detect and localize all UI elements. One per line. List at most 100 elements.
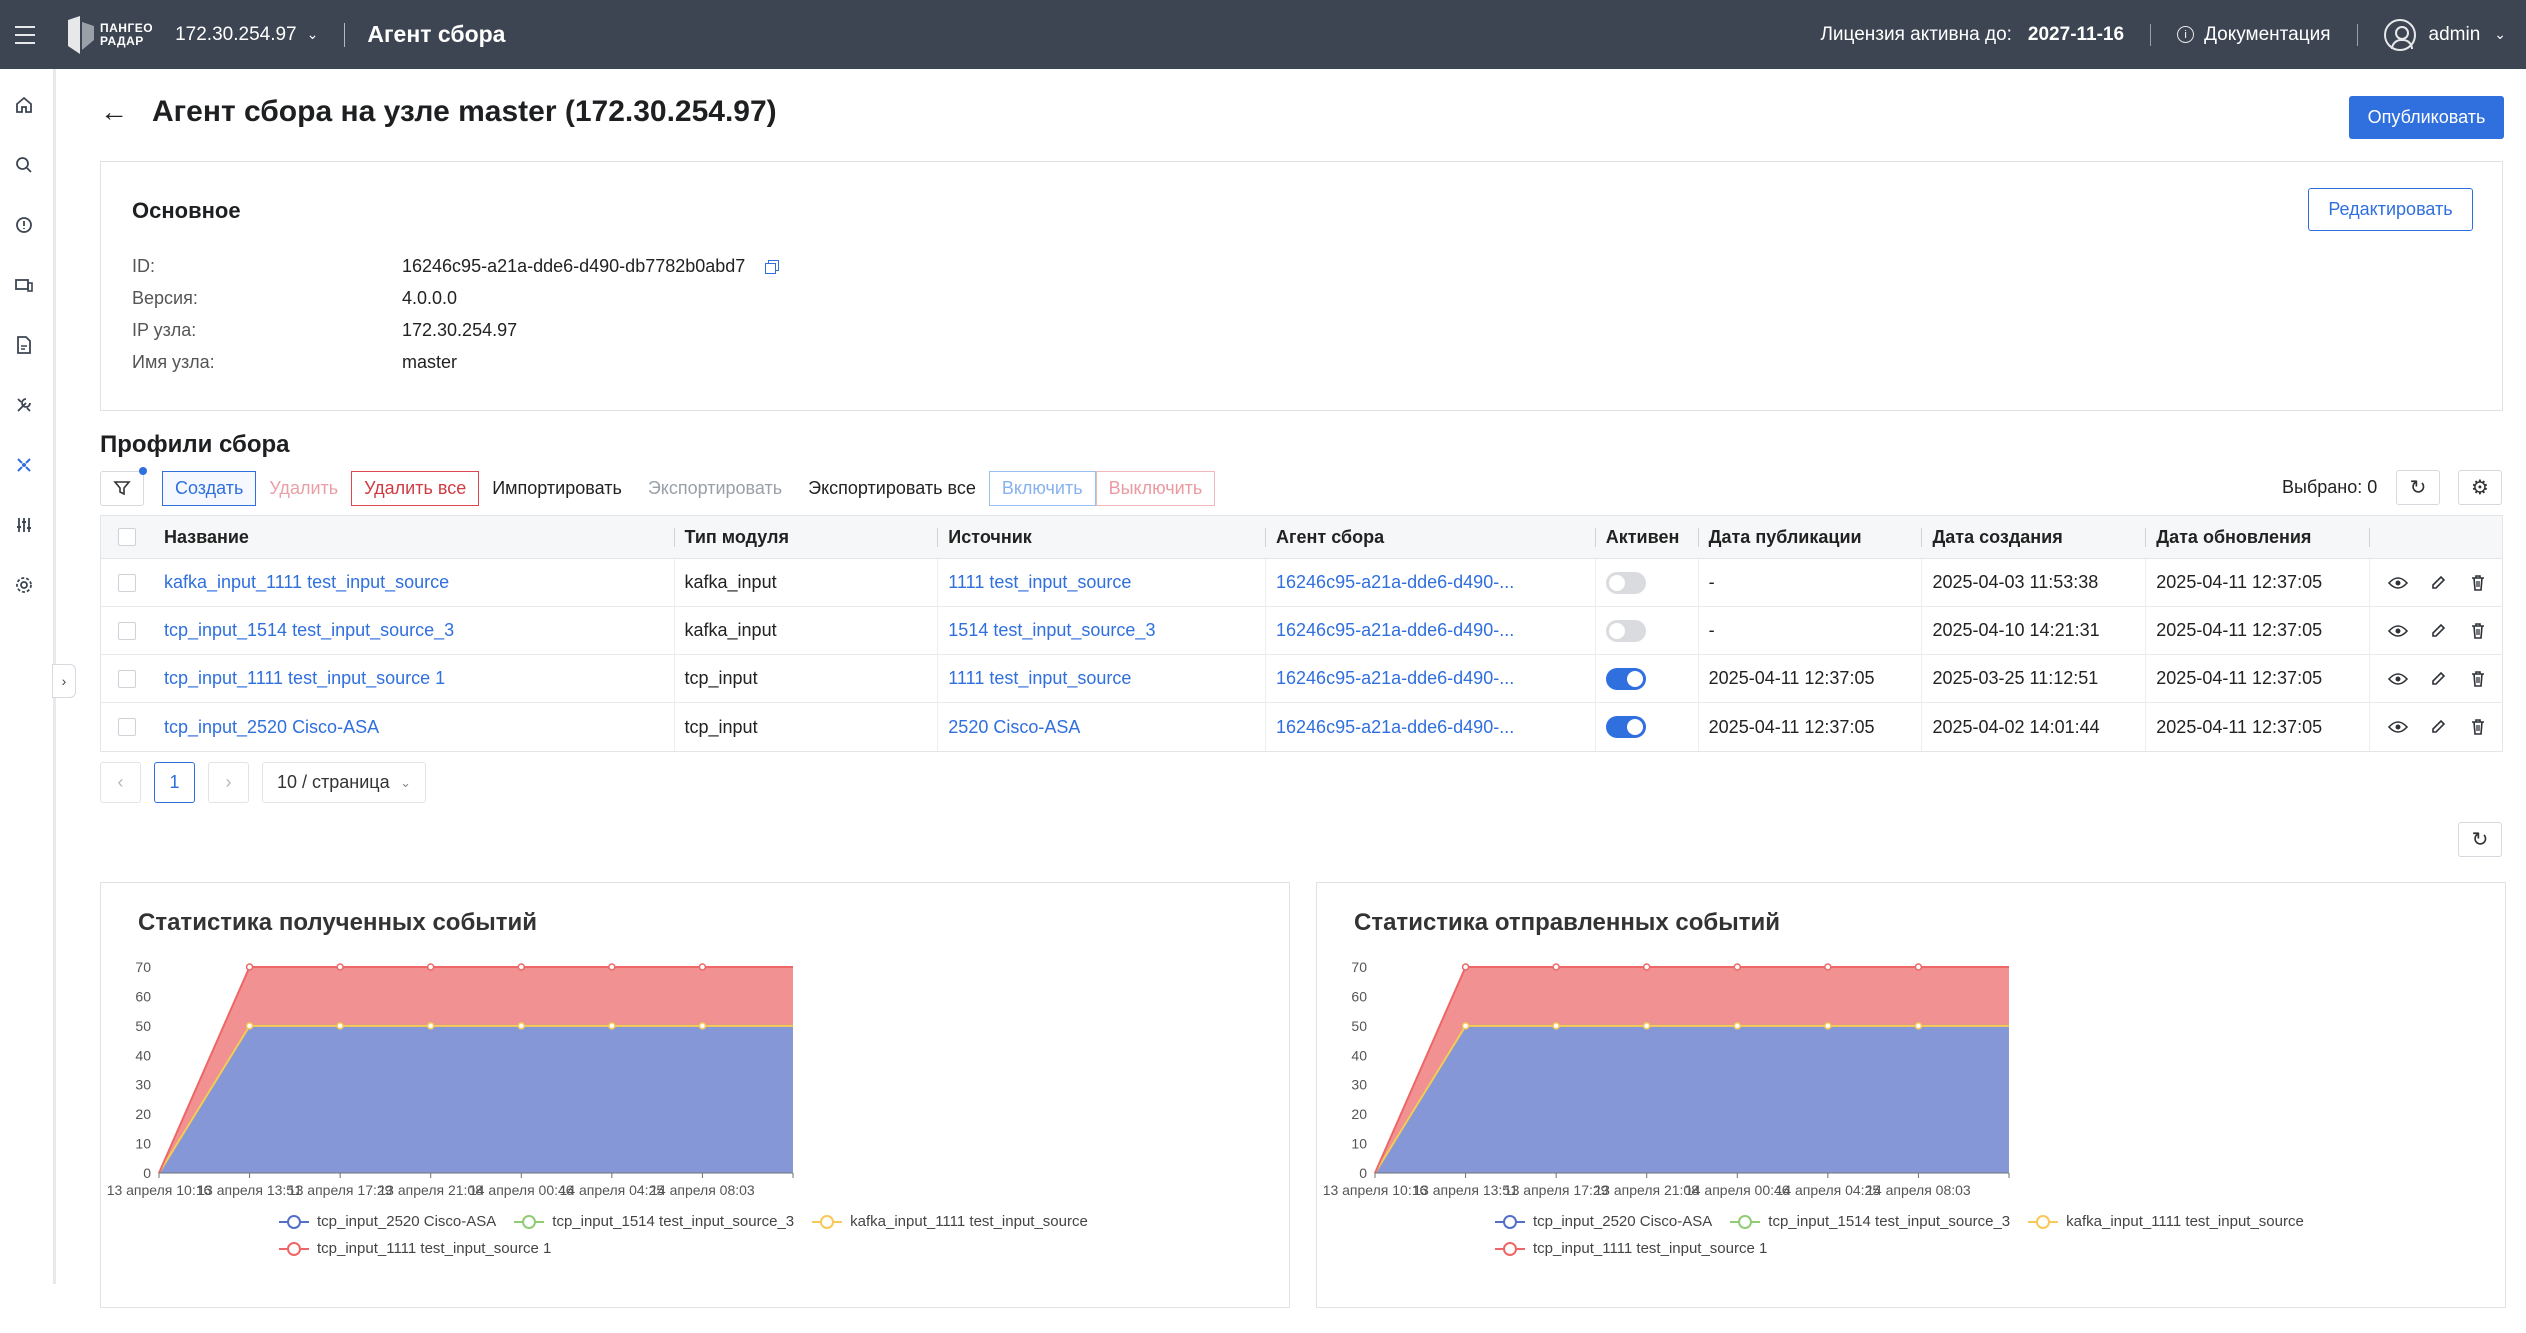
divider bbox=[2356, 23, 2358, 46]
export-button[interactable]: Экспортировать bbox=[635, 471, 795, 506]
legend-item[interactable]: tcp_input_2520 Cisco-ASA bbox=[1495, 1213, 1712, 1230]
sidebar-expand-button[interactable]: › bbox=[52, 664, 76, 698]
back-arrow-icon[interactable]: ← bbox=[100, 96, 128, 128]
delete-all-button[interactable]: Удалить все bbox=[351, 470, 480, 506]
alert-icon[interactable] bbox=[13, 214, 35, 236]
row-checkbox[interactable] bbox=[118, 669, 137, 688]
search-icon[interactable] bbox=[13, 154, 35, 176]
profile-name-link[interactable]: kafka_input_1111 test_input_source bbox=[154, 559, 675, 606]
delete-icon[interactable] bbox=[2468, 669, 2488, 689]
row-checkbox[interactable] bbox=[118, 621, 137, 640]
export-all-button[interactable]: Экспортировать все bbox=[795, 471, 989, 506]
agent-link[interactable]: 16246c95-a21a-dde6-d490-... bbox=[1266, 655, 1596, 702]
home-icon[interactable] bbox=[13, 94, 35, 116]
user-menu[interactable]: admin ⌄ bbox=[2383, 18, 2506, 51]
view-icon[interactable] bbox=[2388, 717, 2409, 737]
tools-icon[interactable] bbox=[13, 394, 35, 416]
active-toggle[interactable] bbox=[1605, 716, 1646, 738]
publish-button[interactable]: Опубликовать bbox=[2349, 96, 2504, 139]
delete-icon[interactable] bbox=[2468, 573, 2488, 593]
devices-icon[interactable] bbox=[13, 274, 35, 296]
refresh-charts-button[interactable]: ↻ bbox=[2458, 822, 2502, 857]
legend-item[interactable]: kafka_input_1111 test_input_source bbox=[2028, 1213, 2304, 1230]
profiles-toolbar: Создать Удалить Удалить все Импортироват… bbox=[100, 466, 1216, 506]
profile-name-link[interactable]: tcp_input_1111 test_input_source 1 bbox=[154, 655, 675, 702]
delete-icon[interactable] bbox=[2468, 621, 2488, 641]
legend-item[interactable]: tcp_input_2520 Cisco-ASA bbox=[279, 1213, 496, 1230]
documentation-link[interactable]: i Документация bbox=[2177, 24, 2331, 46]
column-header-updated[interactable]: Дата обновления bbox=[2146, 516, 2370, 558]
import-button[interactable]: Импортировать bbox=[479, 471, 635, 506]
view-icon[interactable] bbox=[2388, 669, 2409, 689]
source-link[interactable]: 2520 Cisco-ASA bbox=[938, 703, 1267, 751]
page-size-select[interactable]: 10 / страница ⌄ bbox=[262, 762, 426, 803]
column-header-agent[interactable]: Агент сбора bbox=[1266, 516, 1596, 558]
settings-icon[interactable] bbox=[13, 574, 35, 596]
data-point bbox=[1914, 963, 1923, 971]
edit-button[interactable]: Редактировать bbox=[2308, 188, 2473, 231]
filters-icon[interactable] bbox=[13, 514, 35, 536]
legend-item[interactable]: tcp_input_1111 test_input_source 1 bbox=[279, 1240, 551, 1257]
delete-button[interactable]: Удалить bbox=[256, 471, 351, 506]
enable-button[interactable]: Включить bbox=[988, 470, 1096, 506]
select-all-checkbox[interactable] bbox=[118, 528, 137, 546]
legend-item[interactable]: kafka_input_1111 test_input_source bbox=[812, 1213, 1088, 1230]
edit-icon[interactable] bbox=[2428, 621, 2448, 641]
data-point bbox=[608, 963, 616, 971]
view-icon[interactable] bbox=[2388, 573, 2409, 593]
host-select[interactable]: 172.30.254.97 ⌄ bbox=[175, 24, 318, 46]
source-link[interactable]: 1111 test_input_source bbox=[938, 559, 1267, 606]
legend-item[interactable]: tcp_input_1111 test_input_source 1 bbox=[1495, 1240, 1767, 1257]
row-checkbox[interactable] bbox=[118, 718, 137, 736]
refresh-button[interactable]: ↻ bbox=[2396, 470, 2440, 505]
table-row[interactable]: tcp_input_1514 test_input_source_3 kafka_… bbox=[101, 607, 2502, 655]
column-header-type[interactable]: Тип модуля bbox=[675, 516, 939, 558]
agent-link[interactable]: 16246c95-a21a-dde6-d490-... bbox=[1266, 559, 1596, 606]
edit-icon[interactable] bbox=[2428, 669, 2448, 689]
report-icon[interactable] bbox=[13, 334, 35, 356]
prev-page-button[interactable]: ‹ bbox=[100, 762, 141, 803]
legend-item[interactable]: tcp_input_1514 test_input_source_3 bbox=[514, 1213, 794, 1230]
source-link[interactable]: 1514 test_input_source_3 bbox=[938, 607, 1267, 654]
row-select-cell bbox=[101, 655, 154, 702]
menu-icon[interactable] bbox=[0, 0, 50, 69]
row-checkbox[interactable] bbox=[118, 573, 137, 592]
column-header-active[interactable]: Активен bbox=[1596, 516, 1699, 558]
agent-link[interactable]: 16246c95-a21a-dde6-d490-... bbox=[1266, 607, 1596, 654]
legend-item[interactable]: tcp_input_1514 test_input_source_3 bbox=[1730, 1213, 2010, 1230]
collector-agent-icon[interactable] bbox=[13, 454, 35, 476]
copy-icon[interactable] bbox=[765, 259, 780, 274]
profile-name-link[interactable]: tcp_input_2520 Cisco-ASA bbox=[154, 703, 675, 751]
info-key: IP узла: bbox=[132, 320, 197, 340]
active-toggle[interactable] bbox=[1605, 571, 1646, 594]
created-date: 2025-04-03 11:53:38 bbox=[1922, 559, 2147, 606]
create-button[interactable]: Создать bbox=[162, 470, 257, 506]
column-header-created[interactable]: Дата создания bbox=[1922, 516, 2147, 558]
pagination: ‹ 1 › 10 / страница ⌄ bbox=[100, 762, 426, 803]
profile-name-link[interactable]: tcp_input_1514 test_input_source_3 bbox=[154, 607, 675, 654]
page-button-current[interactable]: 1 bbox=[154, 762, 195, 803]
view-icon[interactable] bbox=[2388, 621, 2409, 641]
active-toggle[interactable] bbox=[1605, 667, 1646, 690]
edit-icon[interactable] bbox=[2428, 717, 2448, 737]
disable-button[interactable]: Выключить bbox=[1095, 470, 1216, 506]
x-tick-label: 13 апреля 13:51 bbox=[1413, 1182, 1518, 1198]
table-row[interactable]: tcp_input_2520 Cisco-ASA tcp_input 2520 Ci… bbox=[101, 703, 2502, 751]
logo[interactable]: ПАНГЕО РАДАР bbox=[66, 15, 153, 54]
column-header-name[interactable]: Название bbox=[154, 516, 675, 558]
y-tick-label: 30 bbox=[1351, 1077, 1367, 1093]
legend-marker-icon bbox=[812, 1214, 843, 1229]
source-link[interactable]: 1111 test_input_source bbox=[938, 655, 1267, 702]
column-header-published[interactable]: Дата публикации bbox=[1699, 516, 1923, 558]
table-row[interactable]: tcp_input_1111 test_input_source 1 tcp_in… bbox=[101, 655, 2502, 703]
gear-icon: ⚙ bbox=[2471, 477, 2489, 499]
filter-button[interactable] bbox=[100, 466, 147, 506]
table-settings-button[interactable]: ⚙ bbox=[2458, 470, 2502, 505]
edit-icon[interactable] bbox=[2428, 573, 2448, 593]
column-header-source[interactable]: Источник bbox=[938, 516, 1266, 558]
agent-link[interactable]: 16246c95-a21a-dde6-d490-... bbox=[1266, 703, 1596, 751]
active-toggle[interactable] bbox=[1605, 619, 1646, 642]
delete-icon[interactable] bbox=[2468, 717, 2488, 737]
table-row[interactable]: kafka_input_1111 test_input_source kafka_… bbox=[101, 559, 2502, 607]
next-page-button[interactable]: › bbox=[208, 762, 249, 803]
